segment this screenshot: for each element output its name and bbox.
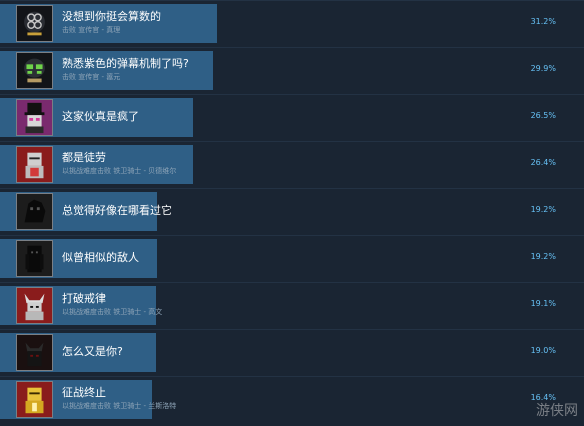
achievement-title: 怎么又是你? [62, 345, 123, 358]
achievement-title: 都是徒劳 [62, 151, 106, 164]
achievement-title: 总觉得好像在哪看过它 [62, 204, 172, 217]
shadow-figure-icon [16, 240, 53, 277]
achievement-title: 熟悉紫色的弹幕机制了吗? [62, 57, 189, 70]
achievement-description: 以挑战难度击败 铁卫骑士 - 高文 [62, 308, 163, 316]
achievement-row[interactable]: 熟悉紫色的弹幕机制了吗? 击败 宣传官 - 嚣元 29.9% [0, 47, 584, 94]
golden-knight-icon [16, 381, 53, 418]
watermark-logo: 游侠网 [536, 403, 578, 419]
unlock-percent: 19.2% [530, 205, 556, 214]
achievement-title: 打破戒律 [62, 292, 106, 305]
achievement-title: 没想到你挺会算数的 [62, 10, 161, 23]
achievement-row[interactable]: 怎么又是你? 19.0% [0, 329, 584, 376]
unlock-percent: 19.0% [530, 346, 556, 355]
skull-icon [16, 5, 53, 42]
unlock-percent: 26.4% [530, 158, 556, 167]
achievement-list: 没想到你挺会算数的 击败 宣传官 - 真理 31.2% 熟悉紫色的弹幕机制了吗?… [0, 0, 584, 426]
achievement-row[interactable]: 没想到你挺会算数的 击败 宣传官 - 真理 31.2% [0, 0, 584, 47]
dark-knight-icon [16, 334, 53, 371]
achievement-row[interactable]: 打破戒律 以挑战难度击败 铁卫骑士 - 高文 19.1% [0, 282, 584, 329]
unlock-percent: 29.9% [530, 64, 556, 73]
horned-knight-icon [16, 287, 53, 324]
unlock-percent: 19.1% [530, 299, 556, 308]
achievement-row[interactable]: 总觉得好像在哪看过它 19.2% [0, 188, 584, 235]
shadow-beast-icon [16, 193, 53, 230]
achievement-title: 征战终止 [62, 386, 106, 399]
achievement-row[interactable]: 这家伙真是疯了 26.5% [0, 94, 584, 141]
achievement-title: 这家伙真是疯了 [62, 110, 139, 123]
green-skull-icon [16, 52, 53, 89]
unlock-percent: 19.2% [530, 252, 556, 261]
achievement-row[interactable]: 似曾相似的敌人 19.2% [0, 235, 584, 282]
unlock-percent: 31.2% [530, 17, 556, 26]
achievement-description: 击败 宣传官 - 嚣元 [62, 73, 121, 81]
unlock-percent: 26.5% [530, 111, 556, 120]
achievement-title: 似曾相似的敌人 [62, 251, 139, 264]
top-hat-villain-icon [16, 99, 53, 136]
achievement-row[interactable]: 都是徒劳 以挑战难度击败 铁卫骑士 - 贝德维尔 26.4% [0, 141, 584, 188]
achievement-description: 以挑战难度击败 铁卫骑士 - 贝德维尔 [62, 167, 177, 175]
achievement-description: 击败 宣传官 - 真理 [62, 26, 121, 34]
armored-knight-icon [16, 146, 53, 183]
achievement-description: 以挑战难度击败 铁卫骑士 - 兰斯洛特 [62, 402, 177, 410]
achievement-row[interactable]: 征战终止 以挑战难度击败 铁卫骑士 - 兰斯洛特 16.4% [0, 376, 584, 426]
